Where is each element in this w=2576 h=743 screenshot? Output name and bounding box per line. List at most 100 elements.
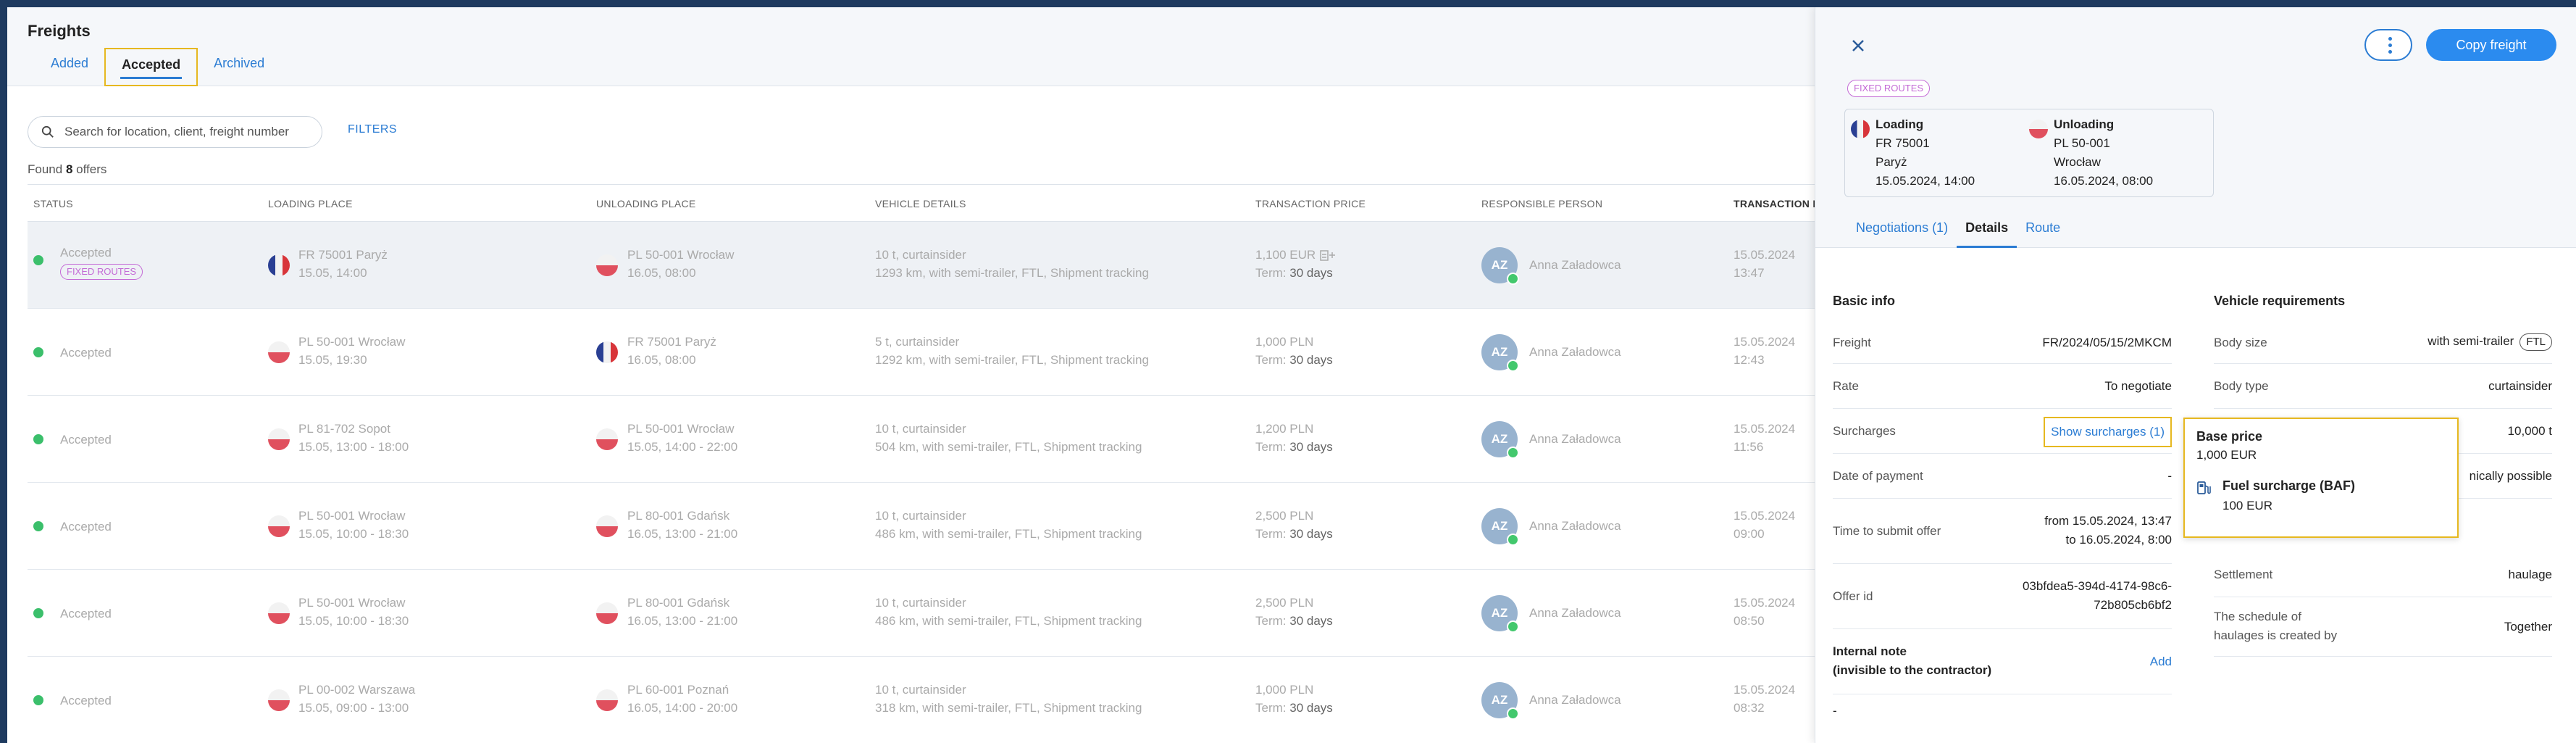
vehicle-details-cell: 10 t, curtainsider 486 km, with semi-tra… — [875, 509, 1142, 541]
table-row[interactable]: Accepted PL 50-001 Wrocław 15.05, 10:00 … — [28, 570, 1815, 657]
internal-note-value: - — [1833, 704, 1837, 718]
avatar: AZ — [1481, 334, 1519, 372]
panel-tabs: Negotiations (1) Details Route — [1847, 217, 2069, 248]
copy-freight-button[interactable]: Copy freight — [2426, 29, 2556, 61]
unloading-place-cell: FR 75001 Paryż 16.05, 08:00 — [627, 335, 716, 367]
check-icon — [33, 695, 43, 705]
offer-id-row: Offer id 03bfdea5-394d-4174-98c6- 72b805… — [1833, 564, 2172, 629]
schedule-row: The schedule of haulages is created by T… — [2214, 597, 2552, 657]
surcharges-popover: Base price 1,000 EUR Fuel surcharge (BAF… — [2183, 418, 2459, 538]
more-options-button[interactable] — [2364, 29, 2412, 61]
table-row[interactable]: Accepted FIXED ROUTES FR 75001 Paryż 15.… — [28, 222, 1815, 309]
check-icon — [33, 255, 43, 265]
status-cell: Accepted — [60, 520, 112, 534]
page-header: Freights Added Accepted Archived — [7, 7, 1815, 86]
show-surcharges-link[interactable]: Show surcharges (1) — [2044, 417, 2172, 447]
table-row[interactable]: Accepted PL 81-702 Sopot 15.05, 13:00 - … — [28, 396, 1815, 483]
avatar: AZ — [1481, 682, 1519, 720]
vehicle-details-cell: 10 t, curtainsider 504 km, with semi-tra… — [875, 422, 1142, 454]
loading-place-cell: PL 00-002 Warszawa 15.05, 09:00 - 13:00 — [298, 683, 416, 715]
header-unloading-place[interactable]: UNLOADING PLACE — [596, 198, 696, 209]
vehicle-details-cell: 5 t, curtainsider 1292 km, with semi-tra… — [875, 335, 1149, 367]
table-row[interactable]: Accepted PL 50-001 Wrocław 15.05, 10:00 … — [28, 483, 1815, 570]
status-cell: Accepted — [60, 346, 112, 360]
unloading-place-cell: PL 60-001 Poznań 16.05, 14:00 - 20:00 — [627, 683, 738, 715]
flag-pl-icon — [596, 689, 618, 711]
route-summary: Loading FR 75001 Paryż 15.05.2024, 14:00… — [1844, 109, 2214, 197]
vehicle-details-cell: 10 t, curtainsider 318 km, with semi-tra… — [875, 683, 1142, 715]
base-price-label: Base price — [2196, 429, 2263, 444]
header-vehicle-details[interactable]: VEHICLE DETAILS — [875, 198, 966, 209]
responsible-person-name: Anna Załadowca — [1529, 606, 1621, 620]
status-cell: Accepted FIXED ROUTES — [60, 244, 143, 280]
online-indicator — [1507, 273, 1519, 285]
tab-route[interactable]: Route — [2017, 217, 2069, 248]
responsible-person-name: Anna Załadowca — [1529, 258, 1621, 272]
table-row[interactable]: Accepted PL 50-001 Wrocław 15.05, 19:30 … — [28, 309, 1815, 396]
tab-details[interactable]: Details — [1957, 217, 2017, 248]
loading-summary: Loading FR 75001 Paryż 15.05.2024, 14:00 — [1875, 117, 1975, 188]
search-box[interactable] — [28, 116, 322, 148]
transaction-date-cell: 15.05.2024 09:00 — [1734, 509, 1796, 541]
basic-info-title: Basic info — [1833, 294, 1896, 308]
flag-pl-icon — [268, 689, 290, 711]
flag-pl-icon — [2029, 120, 2048, 138]
flag-pl-icon — [268, 428, 290, 450]
table-header: STATUS LOADING PLACE UNLOADING PLACE VEH… — [28, 184, 1820, 222]
search-input[interactable] — [64, 125, 304, 139]
more-vertical-icon — [2388, 37, 2392, 41]
filters-button[interactable]: FILTERS — [348, 123, 397, 136]
flag-fr-icon — [596, 341, 618, 363]
avatar: AZ — [1481, 595, 1519, 633]
header-transaction-price[interactable]: TRANSACTION PRICE — [1255, 198, 1366, 209]
date-of-payment-row: Date of payment - — [1833, 454, 2172, 499]
unloading-place-cell: PL 80-001 Gdańsk 16.05, 13:00 - 21:00 — [627, 509, 738, 541]
flag-pl-icon — [596, 515, 618, 537]
responsible-person-name: Anna Załadowca — [1529, 432, 1621, 446]
avatar: AZ — [1481, 421, 1519, 459]
status-cell: Accepted — [60, 694, 112, 707]
freights-list-view: Freights Added Accepted Archived FILTERS… — [7, 7, 1820, 743]
responsible-person-name: Anna Załadowca — [1529, 345, 1621, 359]
add-note-link[interactable]: Add — [2150, 652, 2172, 671]
check-icon — [33, 608, 43, 618]
tab-accepted[interactable]: Accepted — [104, 48, 198, 86]
ftl-badge: FTL — [2519, 333, 2552, 351]
transaction-date-cell: 15.05.2024 08:32 — [1734, 683, 1796, 715]
fixed-routes-badge: FIXED ROUTES — [60, 264, 143, 280]
online-indicator — [1507, 707, 1519, 720]
transaction-date-cell: 15.05.2024 13:47 — [1734, 248, 1796, 280]
online-indicator — [1507, 360, 1519, 372]
fuel-surcharge-label: Fuel surcharge (BAF) — [2222, 478, 2356, 493]
body-size-row: Body size with semi-trailer FTL — [2214, 320, 2552, 364]
tab-added[interactable]: Added — [28, 48, 104, 86]
flag-pl-icon — [268, 341, 290, 363]
header-transaction-date[interactable]: TRANSACTION D — [1734, 198, 1820, 209]
header-status[interactable]: STATUS — [33, 198, 73, 209]
table-row[interactable]: Accepted PL 00-002 Warszawa 15.05, 09:00… — [28, 657, 1815, 743]
check-icon — [33, 347, 43, 357]
flag-pl-icon — [596, 254, 618, 276]
header-loading-place[interactable]: LOADING PLACE — [268, 198, 353, 209]
fuel-surcharge-value: 100 EUR — [2222, 499, 2272, 512]
flag-pl-icon — [596, 602, 618, 624]
tab-archived[interactable]: Archived — [198, 48, 280, 86]
header-responsible-person[interactable]: RESPONSIBLE PERSON — [1481, 198, 1602, 209]
search-icon — [41, 125, 54, 138]
close-icon[interactable] — [1849, 36, 1868, 55]
price-cell: 1,200 PLN Term: 30 days — [1255, 422, 1333, 454]
fuel-pump-icon — [2197, 481, 2211, 494]
price-cell: 1,100 EUR Term: 30 days — [1255, 246, 1337, 282]
body-type-row: Body type curtainsider — [2214, 364, 2552, 409]
vehicle-requirements-title: Vehicle requirements — [2214, 294, 2346, 308]
tab-negotiations[interactable]: Negotiations (1) — [1847, 217, 1957, 248]
freight-table-body: Accepted FIXED ROUTES FR 75001 Paryż 15.… — [28, 222, 1815, 743]
base-price-value: 1,000 EUR — [2196, 448, 2257, 462]
flag-fr-icon — [1851, 120, 1870, 138]
surcharges-row: Surcharges Show surcharges (1) — [1833, 409, 2172, 454]
settlement-row: Settlement haulage — [2214, 552, 2552, 597]
freight-tabs: Added Accepted Archived — [28, 48, 280, 86]
loading-place-cell: PL 50-001 Wrocław 15.05, 10:00 - 18:30 — [298, 509, 409, 541]
flag-pl-icon — [596, 428, 618, 450]
freight-row: Freight FR/2024/05/15/2MKCM — [1833, 320, 2172, 364]
